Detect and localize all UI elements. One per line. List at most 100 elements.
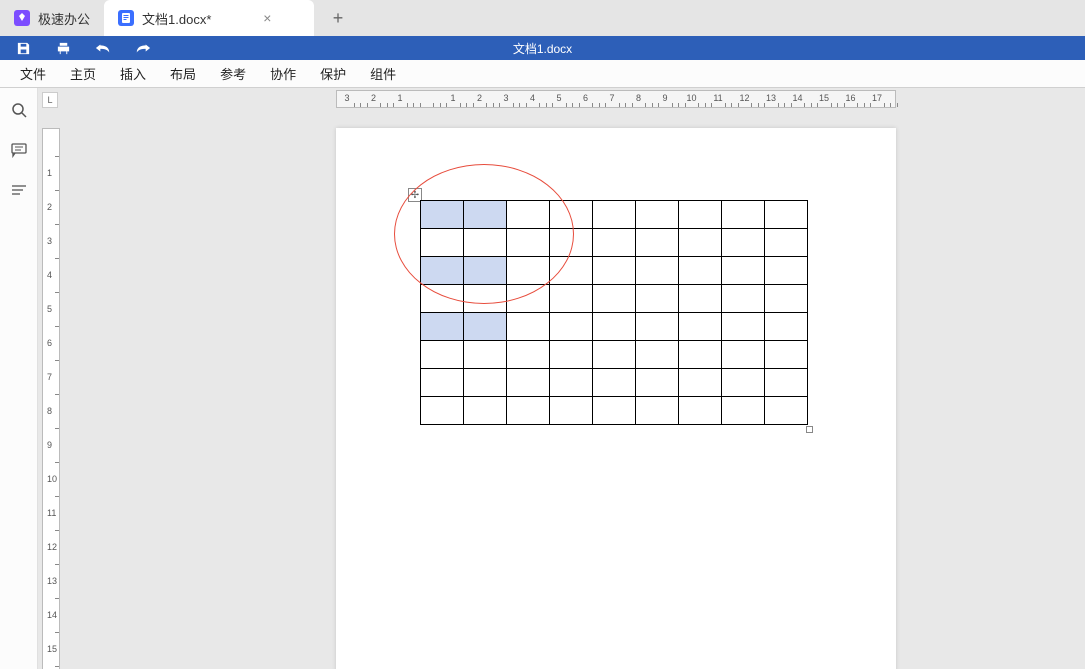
menu-home[interactable]: 主页 <box>60 60 106 87</box>
table-cell[interactable] <box>507 285 550 313</box>
redo-button[interactable] <box>134 39 152 57</box>
table-cell[interactable] <box>722 341 765 369</box>
ruler-h-number: 14 <box>792 93 802 103</box>
table-cell[interactable] <box>679 397 722 425</box>
table-cell[interactable] <box>636 257 679 285</box>
print-button[interactable] <box>54 39 72 57</box>
table-cell[interactable] <box>679 229 722 257</box>
document-page[interactable]: ✢ <box>336 128 896 669</box>
table-cell[interactable] <box>679 257 722 285</box>
table-cell[interactable] <box>765 369 808 397</box>
table-cell[interactable] <box>636 285 679 313</box>
undo-button[interactable] <box>94 39 112 57</box>
table-cell[interactable] <box>722 229 765 257</box>
table-cell[interactable] <box>722 285 765 313</box>
table-cell[interactable] <box>507 201 550 229</box>
horizontal-ruler[interactable]: 3211234567891011121314151617 <box>336 90 896 108</box>
table-cell[interactable] <box>421 341 464 369</box>
table-cell[interactable] <box>464 285 507 313</box>
menu-insert[interactable]: 插入 <box>110 60 156 87</box>
table-cell[interactable] <box>593 285 636 313</box>
table-cell[interactable] <box>722 397 765 425</box>
table-cell[interactable] <box>507 341 550 369</box>
vertical-ruler[interactable]: 1234567891011121314151617 <box>42 128 60 669</box>
table-cell[interactable] <box>464 201 507 229</box>
table-cell[interactable] <box>550 313 593 341</box>
table-cell[interactable] <box>464 229 507 257</box>
table-cell[interactable] <box>507 229 550 257</box>
app-tab[interactable]: 极速办公 <box>0 0 104 36</box>
menu-collaborate[interactable]: 协作 <box>260 60 306 87</box>
table-cell[interactable] <box>679 285 722 313</box>
table-cell[interactable] <box>421 313 464 341</box>
table-cell[interactable] <box>722 369 765 397</box>
table-cell[interactable] <box>464 257 507 285</box>
table-cell[interactable] <box>765 201 808 229</box>
ruler-v-number: 10 <box>47 474 57 484</box>
table-cell[interactable] <box>421 229 464 257</box>
menu-layout[interactable]: 布局 <box>160 60 206 87</box>
table-cell[interactable] <box>636 313 679 341</box>
table-cell[interactable] <box>507 397 550 425</box>
table-cell[interactable] <box>507 313 550 341</box>
table-cell[interactable] <box>507 369 550 397</box>
table-cell[interactable] <box>679 201 722 229</box>
menu-reference[interactable]: 参考 <box>210 60 256 87</box>
menu-file[interactable]: 文件 <box>10 60 56 87</box>
table-cell[interactable] <box>765 341 808 369</box>
table-cell[interactable] <box>421 369 464 397</box>
table-cell[interactable] <box>679 341 722 369</box>
table-cell[interactable] <box>593 397 636 425</box>
table-cell[interactable] <box>679 369 722 397</box>
table-cell[interactable] <box>550 369 593 397</box>
table-cell[interactable] <box>421 285 464 313</box>
table-cell[interactable] <box>593 201 636 229</box>
table-cell[interactable] <box>765 313 808 341</box>
table-cell[interactable] <box>765 397 808 425</box>
table-cell[interactable] <box>765 285 808 313</box>
table-resize-handle[interactable] <box>806 426 813 433</box>
menu-component[interactable]: 组件 <box>360 60 406 87</box>
ruler-corner[interactable]: L <box>42 92 58 108</box>
table-cell[interactable] <box>593 369 636 397</box>
table-cell[interactable] <box>593 313 636 341</box>
table-cell[interactable] <box>421 201 464 229</box>
table-cell[interactable] <box>550 285 593 313</box>
table-cell[interactable] <box>550 341 593 369</box>
table-cell[interactable] <box>464 369 507 397</box>
comment-icon[interactable] <box>9 140 29 160</box>
close-tab-button[interactable]: × <box>259 10 275 26</box>
table-cell[interactable] <box>464 341 507 369</box>
search-icon[interactable] <box>9 100 29 120</box>
table-cell[interactable] <box>593 257 636 285</box>
settings-icon[interactable] <box>9 180 29 200</box>
table-cell[interactable] <box>421 397 464 425</box>
save-button[interactable] <box>14 39 32 57</box>
table-cell[interactable] <box>593 341 636 369</box>
table-cell[interactable] <box>550 257 593 285</box>
table-cell[interactable] <box>679 313 722 341</box>
table-cell[interactable] <box>636 341 679 369</box>
table-cell[interactable] <box>765 257 808 285</box>
table-cell[interactable] <box>636 201 679 229</box>
table-cell[interactable] <box>722 257 765 285</box>
table-cell[interactable] <box>550 201 593 229</box>
table-cell[interactable] <box>636 369 679 397</box>
ruler-h-number: 16 <box>845 93 855 103</box>
table-cell[interactable] <box>464 313 507 341</box>
table-cell[interactable] <box>507 257 550 285</box>
table-cell[interactable] <box>421 257 464 285</box>
table-cell[interactable] <box>636 229 679 257</box>
table-cell[interactable] <box>722 313 765 341</box>
table-cell[interactable] <box>464 397 507 425</box>
menu-protect[interactable]: 保护 <box>310 60 356 87</box>
table-cell[interactable] <box>765 229 808 257</box>
document-tab[interactable]: 文档1.docx* × <box>104 0 314 36</box>
table-cell[interactable] <box>550 229 593 257</box>
table-cell[interactable] <box>636 397 679 425</box>
table-cell[interactable] <box>722 201 765 229</box>
table-cell[interactable] <box>593 229 636 257</box>
new-tab-button[interactable]: + <box>324 4 352 32</box>
table-cell[interactable] <box>550 397 593 425</box>
document-table[interactable] <box>420 200 808 425</box>
